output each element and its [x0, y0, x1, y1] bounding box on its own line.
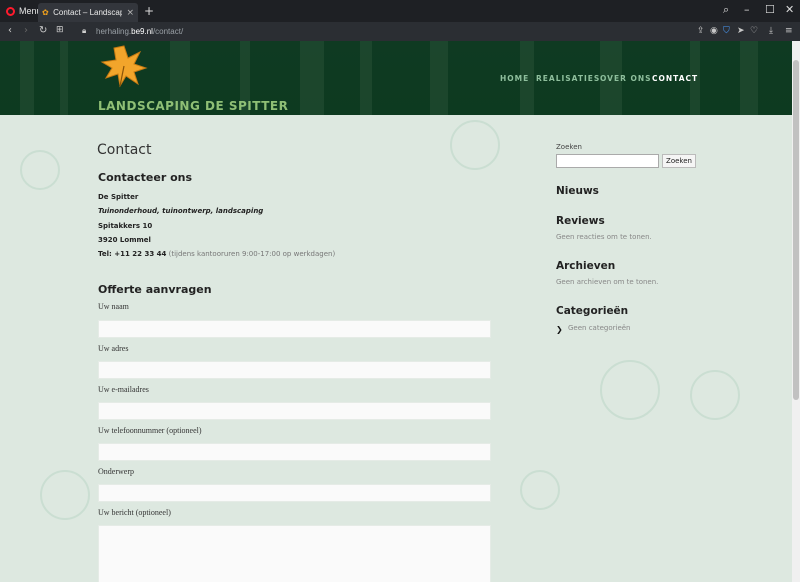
address-city: 3920 Lommel: [98, 236, 151, 244]
url-prefix: herhaling.: [96, 27, 132, 36]
archives-title: Archieven: [556, 260, 616, 272]
minimize-icon[interactable]: –: [744, 3, 750, 16]
swirl-decoration: [40, 470, 90, 520]
nav-contact[interactable]: CONTACT: [652, 74, 698, 83]
email-label: Uw e-mailadres: [98, 385, 149, 394]
site-title[interactable]: LANDSCAPING DE SPITTER: [98, 99, 288, 113]
url-path: /contact/: [152, 27, 184, 36]
news-title: Nieuws: [556, 185, 599, 197]
search-icon[interactable]: ⌕: [723, 3, 729, 17]
address-label: Uw adres: [98, 344, 129, 353]
url-field[interactable]: herhaling.be9.nl/contact/: [96, 27, 183, 36]
opera-logo-icon: [6, 6, 15, 16]
close-window-icon[interactable]: ✕: [785, 3, 794, 16]
search-label: Zoeken: [556, 143, 582, 151]
swirl-decoration: [450, 120, 500, 170]
message-textarea[interactable]: [98, 525, 491, 582]
scrollbar-thumb[interactable]: [793, 60, 799, 400]
leaf-logo-icon[interactable]: [100, 44, 148, 88]
nav-home[interactable]: HOME: [500, 74, 529, 83]
browser-tab-contact[interactable]: ✿ Contact – Landscaping De ×: [38, 3, 138, 22]
forward-icon[interactable]: ›: [24, 25, 28, 36]
camera-icon[interactable]: ◉: [710, 26, 718, 36]
form-heading: Offerte aanvragen: [98, 283, 212, 296]
subject-label: Onderwerp: [98, 467, 134, 476]
address-hours: (tijdens kantooruren 9:00-17:00 op werkd…: [166, 250, 336, 258]
send-icon[interactable]: ➤: [737, 26, 745, 36]
address-input[interactable]: [98, 361, 491, 379]
close-tab-icon[interactable]: ×: [126, 8, 134, 18]
lock-icon: 🔒︎: [82, 26, 87, 35]
address-phone-line: Tel: +11 22 33 44 (tijdens kantooruren 9…: [98, 250, 335, 258]
leaf-favicon-icon: ✿: [42, 7, 49, 17]
name-input[interactable]: [98, 320, 491, 338]
address-phone: Tel: +11 22 33 44: [98, 250, 167, 258]
archives-text: Geen archieven om te tonen.: [556, 278, 659, 286]
nav-realisaties[interactable]: REALISATIES: [536, 74, 600, 83]
maximize-icon[interactable]: ☐: [765, 3, 775, 16]
reviews-text: Geen reacties om te tonen.: [556, 233, 652, 241]
subject-input[interactable]: [98, 484, 491, 502]
phone-label: Uw telefoonnummer (optioneel): [98, 426, 202, 435]
swirl-decoration: [690, 370, 740, 420]
contact-heading: Contacteer ons: [98, 171, 193, 184]
search-input[interactable]: [556, 154, 659, 168]
back-icon[interactable]: ‹: [8, 25, 12, 36]
page-title: Contact: [97, 142, 152, 158]
swirl-decoration: [520, 470, 560, 510]
swirl-decoration: [600, 360, 660, 420]
chevron-right-icon: ❯: [556, 325, 563, 334]
email-input[interactable]: [98, 402, 491, 420]
categories-title: Categorieën: [556, 305, 629, 317]
tab-title: Contact – Landscaping De: [53, 8, 123, 17]
name-label: Uw naam: [98, 302, 129, 311]
nav-over-ons[interactable]: OVER ONS: [600, 74, 652, 83]
phone-input[interactable]: [98, 443, 491, 461]
reload-icon[interactable]: ↻: [39, 25, 47, 36]
swirl-decoration: [20, 150, 60, 190]
reviews-title: Reviews: [556, 215, 605, 227]
address-name: De Spitter: [98, 193, 139, 201]
share-icon[interactable]: ⇪: [697, 26, 705, 36]
new-tab-icon[interactable]: +: [144, 4, 154, 18]
heart-icon[interactable]: ♡: [750, 26, 758, 36]
categories-text: Geen categorieën: [568, 324, 631, 332]
address-street: Spitakkers 10: [98, 222, 153, 230]
tabs-grid-icon[interactable]: ⊞: [56, 25, 64, 35]
address-tagline: Tuinonderhoud, tuinontwerp, landscaping: [98, 207, 264, 215]
search-button[interactable]: Zoeken: [662, 154, 696, 168]
settings-menu-icon[interactable]: ≡: [785, 26, 793, 36]
shield-icon[interactable]: ⛉: [723, 26, 730, 36]
url-domain: be9.nl: [131, 27, 153, 36]
message-label: Uw bericht (optioneel): [98, 508, 171, 517]
download-icon[interactable]: ⤓: [769, 26, 773, 36]
